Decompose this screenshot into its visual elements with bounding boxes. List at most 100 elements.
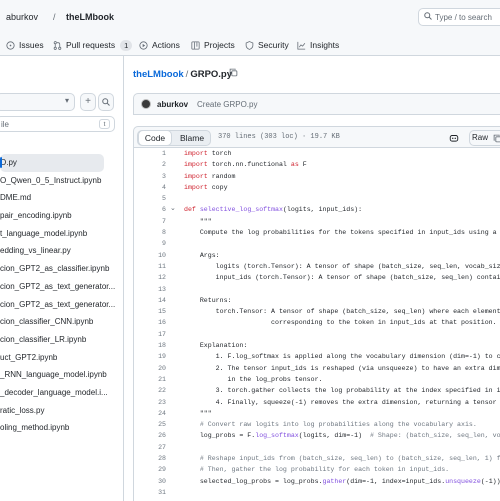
fold-chevron-icon[interactable]: ⌄ xyxy=(170,204,176,215)
line-number[interactable]: 19 xyxy=(134,351,166,362)
file-item[interactable]: cion_GPT2_as_text_generator... xyxy=(0,278,124,296)
line-number[interactable]: 9 xyxy=(134,238,166,249)
repo-link[interactable]: theLMbook xyxy=(66,12,114,22)
search-files-button[interactable] xyxy=(98,93,114,111)
copy-raw-button[interactable] xyxy=(490,130,500,146)
file-item[interactable]: _decoder_language_model.i... xyxy=(0,384,124,402)
line-number[interactable]: 20 xyxy=(134,363,166,374)
line-number[interactable]: 4 xyxy=(134,182,166,193)
file-item[interactable]: cion_classifier_LR.ipynb xyxy=(0,331,124,349)
commit-author[interactable]: aburkov xyxy=(157,100,188,109)
top-header: aburkov / theLMbook Type / to search xyxy=(0,0,500,34)
line-number[interactable]: 25 xyxy=(134,419,166,430)
line-number[interactable]: 28 xyxy=(134,453,166,464)
code-line: 26 log_probs = F.log_softmax(logits, dim… xyxy=(134,430,500,441)
tab-actions-label: Actions xyxy=(152,40,180,50)
file-header: Code Blame 370 lines (303 loc) · 19.7 KB… xyxy=(133,126,500,148)
line-number[interactable]: 30 xyxy=(134,476,166,487)
file-view: theLMbook / GRPO.py aburkov Create GRPO.py… xyxy=(125,56,500,501)
view-mode-toggle: Code Blame xyxy=(137,130,211,146)
code-text: """ xyxy=(184,409,212,417)
file-item[interactable]: oling_method.ipynb xyxy=(0,419,124,437)
pull-requests-count-badge: 1 xyxy=(120,39,133,51)
line-number[interactable]: 15 xyxy=(134,306,166,317)
line-number[interactable]: 11 xyxy=(134,261,166,272)
line-number[interactable]: 3 xyxy=(134,171,166,182)
line-number[interactable]: 16 xyxy=(134,317,166,328)
tab-issues[interactable]: Issues xyxy=(6,38,44,52)
file-item[interactable]: uct_GPT2.ipynb xyxy=(0,349,124,367)
table-icon xyxy=(191,40,200,50)
line-number[interactable]: 13 xyxy=(134,284,166,295)
code-text: 1. F.log_softmax is applied along the vo… xyxy=(184,353,500,361)
line-number[interactable]: 26 xyxy=(134,430,166,441)
file-item[interactable]: ratic_loss.py xyxy=(0,402,124,420)
breadcrumb-separator: / xyxy=(53,12,56,22)
line-number[interactable]: 12 xyxy=(134,272,166,283)
line-number[interactable]: 8 xyxy=(134,227,166,238)
line-number[interactable]: 10 xyxy=(134,250,166,261)
line-number[interactable]: 14 xyxy=(134,295,166,306)
pull-request-icon xyxy=(53,40,62,50)
global-search-input[interactable]: Type / to search xyxy=(418,8,500,26)
code-text: logits (torch.Tensor): A tensor of shape… xyxy=(184,262,500,270)
file-item[interactable]: pair_encoding.ipynb xyxy=(0,207,124,225)
file-item[interactable]: DME.md xyxy=(0,189,124,207)
code-line: 16 corresponding to the token in input_i… xyxy=(134,317,500,328)
tab-security[interactable]: Security xyxy=(245,38,289,52)
code-text: Explanation: xyxy=(184,342,248,350)
code-text: 3. torch.gather collects the log probabi… xyxy=(184,387,500,395)
line-number[interactable]: 24 xyxy=(134,408,166,419)
tab-insights[interactable]: Insights xyxy=(297,38,339,52)
file-item[interactable]: t_language_model.ipynb xyxy=(0,225,124,243)
avatar[interactable] xyxy=(141,99,151,109)
line-number[interactable]: 18 xyxy=(134,340,166,351)
tab-insights-label: Insights xyxy=(310,40,340,50)
file-item[interactable]: O_Qwen_0_5_Instruct.ipynb xyxy=(0,172,124,190)
line-number[interactable]: 2 xyxy=(134,159,166,170)
repo-nav: Issues Pull requests 1 Actions Projects … xyxy=(0,34,500,56)
code-text: import torch xyxy=(184,150,232,157)
line-number[interactable]: 31 xyxy=(134,487,166,498)
line-number[interactable]: 22 xyxy=(134,385,166,396)
line-number[interactable]: 29 xyxy=(134,464,166,475)
file-item-active[interactable]: O.py xyxy=(0,154,104,172)
code-line: 29 # Then, gather the log probability fo… xyxy=(134,464,500,475)
line-number[interactable]: 1 xyxy=(134,148,166,159)
search-icon xyxy=(424,12,432,22)
tab-projects[interactable]: Projects xyxy=(191,38,235,52)
file-item[interactable]: _RNN_language_model.ipynb xyxy=(0,366,124,384)
line-number[interactable]: 6 xyxy=(134,204,166,215)
code-line: 24 """ xyxy=(134,408,500,419)
line-number[interactable]: 7 xyxy=(134,216,166,227)
line-number[interactable]: 5 xyxy=(134,193,166,204)
line-number[interactable]: 17 xyxy=(134,329,166,340)
add-file-button[interactable]: + xyxy=(80,93,96,111)
tab-projects-label: Projects xyxy=(204,40,235,50)
commit-message[interactable]: Create GRPO.py xyxy=(197,100,257,109)
file-item[interactable]: edding_vs_linear.py xyxy=(0,242,124,260)
file-item[interactable]: cion_GPT2_as_classifier.ipynb xyxy=(0,260,124,278)
copy-path-icon[interactable] xyxy=(229,68,238,79)
code-text: Compute the log probabilities for the to… xyxy=(199,229,497,237)
tab-actions[interactable]: Actions xyxy=(139,38,180,52)
code-viewer[interactable]: 1 import torch 2 import torch.nn.functional… xyxy=(133,148,500,501)
branch-selector[interactable]: ▾ xyxy=(0,93,75,111)
tab-blame[interactable]: Blame xyxy=(174,131,210,145)
line-number[interactable]: 21 xyxy=(134,374,166,385)
tab-pull-requests[interactable]: Pull requests 1 xyxy=(53,38,133,52)
copilot-button[interactable] xyxy=(446,130,462,146)
line-number[interactable]: 27 xyxy=(134,442,166,453)
raw-button[interactable]: Raw xyxy=(469,130,491,146)
shortcut-hint: t xyxy=(99,119,110,129)
code-line: 2 import torch.nn.functional as F xyxy=(134,159,500,170)
breadcrumb-repo-link[interactable]: theLMbook xyxy=(133,69,184,80)
tab-pull-requests-label: Pull requests xyxy=(66,40,116,50)
file-filter-input[interactable]: ile t xyxy=(0,116,115,132)
owner-link[interactable]: aburkov xyxy=(6,12,38,22)
file-item[interactable]: cion_GPT2_as_text_generator... xyxy=(0,296,124,314)
code-line: 1 import torch xyxy=(134,148,500,159)
file-item[interactable]: cion_classifier_CNN.ipynb xyxy=(0,313,124,331)
tab-code[interactable]: Code xyxy=(138,130,172,146)
line-number[interactable]: 23 xyxy=(134,397,166,408)
